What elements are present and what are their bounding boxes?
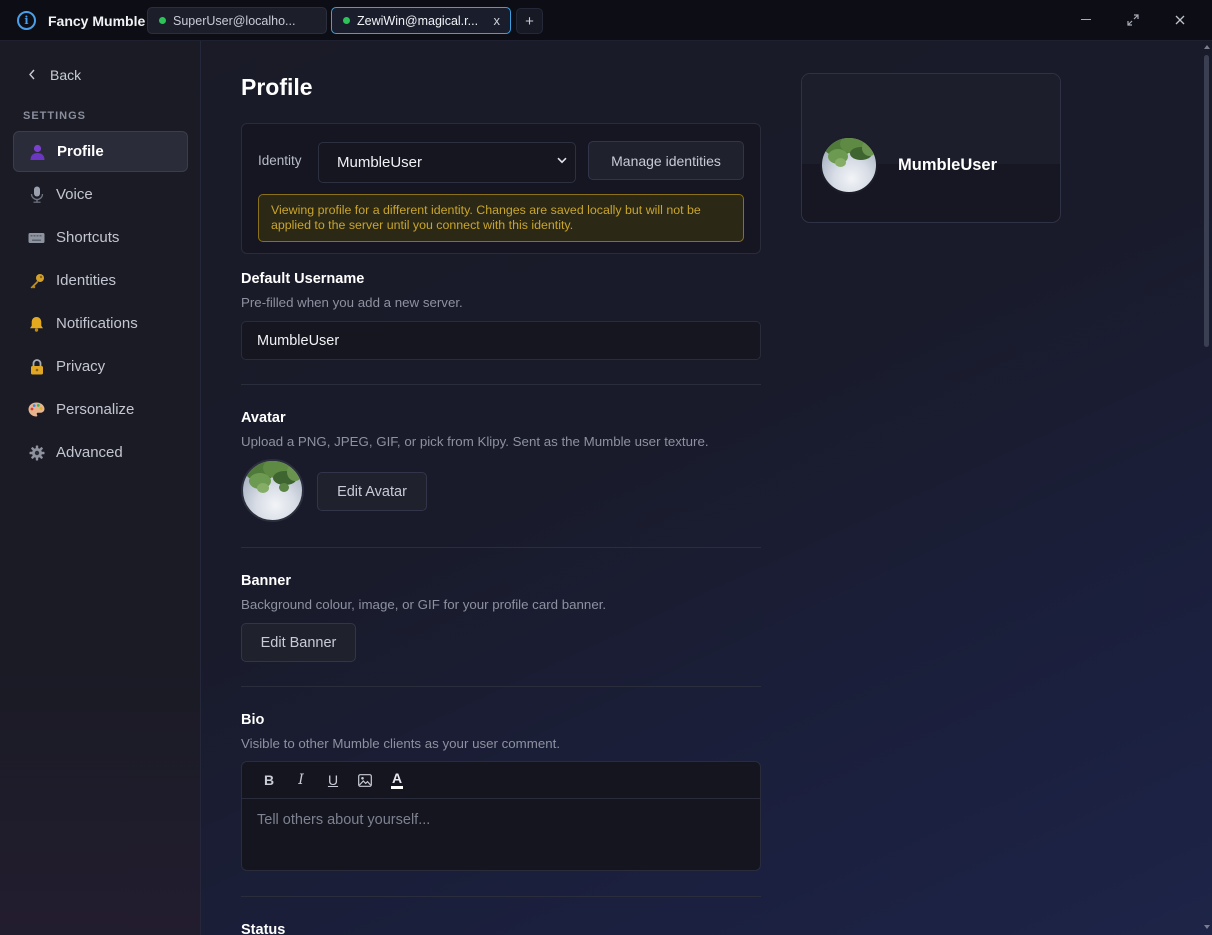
palette-icon [28,401,45,418]
default-username-title: Default Username [241,271,365,287]
sidebar-item-profile[interactable]: Profile [13,131,188,172]
add-tab-button[interactable]: + [516,8,543,34]
identity-label: Identity [258,153,302,168]
sidebar-item-label: Voice [56,186,93,203]
default-username-description: Pre-filled when you add a new server. [241,295,463,310]
sidebar-item-label: Privacy [56,358,106,375]
minimize-button[interactable] [1078,12,1094,28]
sidebar-item-label: Identities [56,272,117,289]
server-tab-label: ZewiWin@magical.r... [357,13,479,28]
gear-icon [28,444,45,461]
text-color-swatch [391,785,403,789]
section-divider [241,686,761,687]
bell-icon [28,315,45,332]
maximize-icon [1127,14,1139,26]
info-icon[interactable]: i [17,11,36,30]
maximize-button[interactable] [1125,12,1141,28]
section-divider [241,384,761,385]
title-bar: i Fancy Mumble SuperUser@localho... Zewi… [0,0,1212,41]
status-title: Status [241,922,286,935]
server-tab-zewiwin[interactable]: ZewiWin@magical.r... x [331,7,511,34]
text-color-button[interactable]: A [386,769,408,791]
close-window-button[interactable] [1172,12,1188,28]
section-divider [241,547,761,548]
close-tab-button[interactable]: x [494,13,501,28]
lock-icon [28,358,45,375]
section-divider [241,896,761,897]
identity-warning: Viewing profile for a different identity… [258,194,744,242]
keyboard-icon [28,229,45,246]
bio-toolbar: B I U A [242,762,760,799]
sidebar-item-privacy[interactable]: Privacy [13,346,188,387]
app-title: Fancy Mumble [48,13,146,29]
person-icon [29,143,46,160]
page-title: Profile [241,74,313,100]
identity-card: Identity MumbleUser Manage identities Vi… [241,123,761,254]
profile-preview-card: MumbleUser [801,73,1061,223]
settings-heading: SETTINGS [23,110,87,122]
close-icon [1175,15,1185,25]
sidebar-item-notifications[interactable]: Notifications [13,303,188,344]
sidebar-item-identities[interactable]: Identities [13,260,188,301]
sidebar-item-personalize[interactable]: Personalize [13,389,188,430]
edit-avatar-button[interactable]: Edit Avatar [317,472,427,511]
italic-button[interactable]: I [290,769,312,791]
online-status-icon [343,17,350,24]
sidebar-item-advanced[interactable]: Advanced [13,432,188,473]
server-tab-superuser[interactable]: SuperUser@localho... [147,7,327,34]
insert-image-button[interactable] [354,769,376,791]
sidebar-item-label: Profile [57,143,104,160]
image-icon [358,773,372,787]
avatar-title: Avatar [241,410,286,426]
underline-button[interactable]: U [322,769,344,791]
settings-sidebar: Back SETTINGS Profile Voice Shortcuts Id… [0,41,201,935]
back-button[interactable]: Back [28,67,81,83]
bio-editor: B I U A Tell others about yourself... [241,761,761,871]
scroll-up-icon[interactable] [1204,45,1210,49]
default-username-input[interactable]: MumbleUser [241,321,761,360]
avatar-image [241,459,304,522]
sidebar-item-label: Advanced [56,444,123,461]
microphone-icon [28,186,45,203]
bio-title: Bio [241,712,265,728]
avatar-description: Upload a PNG, JPEG, GIF, or pick from Kl… [241,434,709,449]
sidebar-item-voice[interactable]: Voice [13,174,188,215]
profile-settings-panel: Profile Identity MumbleUser Manage ident… [201,41,1212,935]
back-label: Back [50,67,82,83]
default-username-value: MumbleUser [257,332,340,349]
bio-placeholder[interactable]: Tell others about yourself... [257,812,430,828]
minimize-icon [1081,19,1091,20]
sidebar-item-label: Shortcuts [56,229,120,246]
online-status-icon [159,17,166,24]
sidebar-item-label: Personalize [56,401,135,418]
sidebar-item-label: Notifications [56,315,138,332]
preview-avatar [820,136,878,194]
bold-button[interactable]: B [258,769,280,791]
banner-description: Background colour, image, or GIF for you… [241,597,607,612]
bio-description: Visible to other Mumble clients as your … [241,736,561,751]
scroll-down-icon[interactable] [1204,925,1210,929]
main-scrollbar[interactable] [1202,41,1212,935]
chevron-down-icon [557,156,567,167]
key-icon [28,272,45,289]
identity-select-value: MumbleUser [337,154,423,171]
identity-select[interactable]: MumbleUser [318,142,576,183]
text-color-label: A [391,769,403,786]
scrollbar-thumb[interactable] [1204,55,1209,347]
sidebar-item-shortcuts[interactable]: Shortcuts [13,217,188,258]
server-tab-label: SuperUser@localho... [173,13,296,28]
banner-title: Banner [241,573,291,589]
manage-identities-button[interactable]: Manage identities [588,141,744,180]
chevron-left-icon [28,68,36,83]
edit-banner-button[interactable]: Edit Banner [241,623,356,662]
preview-username: MumbleUser [898,156,998,174]
